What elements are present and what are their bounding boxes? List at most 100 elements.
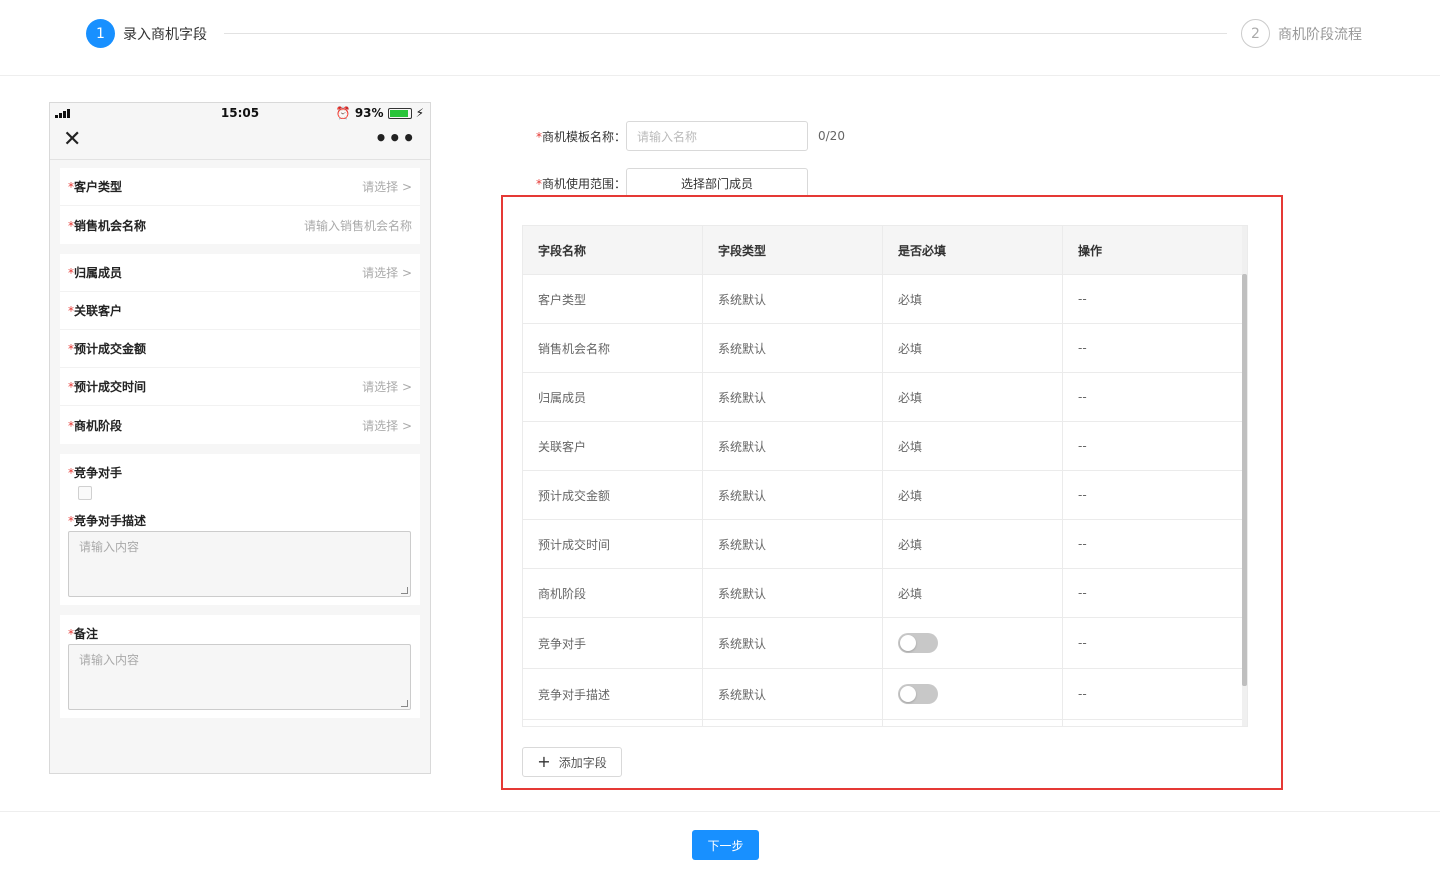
table-row: 竞争对手描述 系统默认 -- <box>523 669 1247 720</box>
phone-field-group-1: *客户类型 请选择 > *销售机会名称 请输入销售机会名称 <box>60 168 420 244</box>
cell-required: 必填 <box>883 471 1063 519</box>
cell-field-name: 预计成交金额 <box>523 471 703 519</box>
table-row: 预计成交金额 系统默认 必填 -- <box>523 471 1247 520</box>
cell-required: 必填 <box>883 324 1063 372</box>
cell-field-type: 系统默认 <box>703 569 883 617</box>
field-label: 预计成交时间 <box>74 380 147 394</box>
cell-action: -- <box>1078 537 1087 551</box>
fields-panel: 字段名称 字段类型 是否必填 操作 客户类型 系统默认 必填 -- 销售机会名称… <box>501 195 1283 790</box>
textarea-placeholder: 请输入内容 <box>79 653 140 667</box>
cell-field-name: 关联客户 <box>523 422 703 470</box>
field-label: 关联客户 <box>74 304 123 318</box>
header-required: 是否必填 <box>883 226 1063 274</box>
competitor-desc-textarea[interactable]: 请输入内容 <box>68 531 411 597</box>
cell-action: -- <box>1078 292 1087 306</box>
cell-field-type: 系统默认 <box>703 422 883 470</box>
table-scrollbar[interactable] <box>1242 226 1247 726</box>
scrollbar-thumb[interactable] <box>1242 274 1247 686</box>
template-name-input[interactable]: 请输入名称 <box>626 121 808 151</box>
table-row: 商机阶段 系统默认 必填 -- <box>523 569 1247 618</box>
cell-field-type: 系统默认 <box>703 471 883 519</box>
required-toggle[interactable] <box>898 684 938 704</box>
table-row-partial <box>523 720 1247 726</box>
header-field-name: 字段名称 <box>523 226 703 274</box>
phone-field-competitor-desc: *竞争对手描述 请输入内容 <box>60 510 420 605</box>
remark-textarea[interactable]: 请输入内容 <box>68 644 411 710</box>
step-2-number: 2 <box>1241 19 1270 48</box>
template-name-placeholder: 请输入名称 <box>637 129 698 144</box>
cell-action: -- <box>1078 341 1087 355</box>
phone-field-expected-date[interactable]: *预计成交时间 请选择 > <box>60 368 420 406</box>
phone-preview: 15:05 ⏰ 93% ⚡ ✕ ••• *客户类型 请选择 > *销售机会名称 … <box>49 102 431 774</box>
phone-field-owner[interactable]: *归属成员 请选择 > <box>60 254 420 292</box>
field-hint: 请输入销售机会名称 <box>303 218 412 233</box>
field-label: 备注 <box>74 627 99 641</box>
step-1-label: 录入商机字段 <box>123 26 207 43</box>
template-name-label: 商机模板名称： <box>541 129 626 144</box>
char-counter: 0/20 <box>818 129 845 143</box>
cell-action: -- <box>1078 390 1087 404</box>
more-icon[interactable]: ••• <box>375 126 416 150</box>
cell-required: 必填 <box>883 569 1063 617</box>
add-field-button[interactable]: + 添加字段 <box>522 747 622 777</box>
cell-field-name: 预计成交时间 <box>523 520 703 568</box>
cell-action: -- <box>1078 687 1087 701</box>
cell-field-name: 客户类型 <box>523 275 703 323</box>
step-connector <box>224 33 1227 34</box>
phone-field-competitor: *竞争对手 <box>60 454 420 510</box>
step-1-number: 1 <box>86 19 115 48</box>
table-row: 客户类型 系统默认 必填 -- <box>523 275 1247 324</box>
battery-icon <box>387 107 412 119</box>
cell-required <box>883 669 1063 719</box>
usage-scope-row: *商机使用范围： 选择部门成员 <box>520 168 808 198</box>
template-name-row: *商机模板名称： 请输入名称 0/20 <box>520 121 845 151</box>
cell-action: -- <box>1078 586 1087 600</box>
cell-field-type: 系统默认 <box>703 324 883 372</box>
cell-field-type: 系统默认 <box>703 373 883 421</box>
cell-field-name: 归属成员 <box>523 373 703 421</box>
cell-action: -- <box>1078 636 1087 650</box>
cell-field-name: 商机阶段 <box>523 569 703 617</box>
table-row: 关联客户 系统默认 必填 -- <box>523 422 1247 471</box>
required-toggle[interactable] <box>898 633 938 653</box>
step-2: 2 商机阶段流程 <box>1241 19 1362 48</box>
steps-bar: 1 录入商机字段 2 商机阶段流程 <box>0 0 1440 76</box>
resize-handle-icon[interactable] <box>401 587 408 594</box>
field-hint: 请选择 > <box>362 266 412 280</box>
table-row: 归属成员 系统默认 必填 -- <box>523 373 1247 422</box>
plus-icon: + <box>537 752 551 771</box>
competitor-checkbox[interactable] <box>78 486 92 500</box>
textarea-placeholder: 请输入内容 <box>79 540 140 554</box>
phone-field-opportunity-name[interactable]: *销售机会名称 请输入销售机会名称 <box>60 206 420 244</box>
table-header: 字段名称 字段类型 是否必填 操作 <box>523 226 1247 275</box>
add-field-label: 添加字段 <box>558 755 607 770</box>
field-label: 竞争对手描述 <box>74 514 147 528</box>
field-label: 客户类型 <box>74 180 123 194</box>
header-field-type: 字段类型 <box>703 226 883 274</box>
field-label: 销售机会名称 <box>74 218 147 233</box>
select-members-button[interactable]: 选择部门成员 <box>626 168 808 198</box>
phone-field-expected-amount[interactable]: *预计成交金额 <box>60 330 420 368</box>
phone-field-related-customer[interactable]: *关联客户 <box>60 292 420 330</box>
cell-required <box>883 618 1063 668</box>
phone-field-stage[interactable]: *商机阶段 请选择 > <box>60 406 420 444</box>
field-label: 归属成员 <box>74 266 123 280</box>
cell-required: 必填 <box>883 520 1063 568</box>
phone-field-remark: *备注 请输入内容 <box>60 615 420 718</box>
field-label: 竞争对手 <box>74 466 123 480</box>
toggle-knob <box>900 635 916 651</box>
footer-divider <box>0 811 1440 812</box>
phone-field-customer-type[interactable]: *客户类型 请选择 > <box>60 168 420 206</box>
phone-nav-bar: ✕ ••• <box>50 123 430 160</box>
field-hint: 请选择 > <box>362 418 412 433</box>
next-step-button[interactable]: 下一步 <box>692 830 759 860</box>
cell-field-name: 竞争对手 <box>523 618 703 668</box>
table-row: 销售机会名称 系统默认 必填 -- <box>523 324 1247 373</box>
battery-percent: 93% <box>354 106 384 120</box>
cell-field-type: 系统默认 <box>703 618 883 668</box>
field-hint: 请选择 > <box>362 380 412 394</box>
step-1: 1 录入商机字段 <box>86 19 207 48</box>
close-icon[interactable]: ✕ <box>63 129 81 151</box>
resize-handle-icon[interactable] <box>401 700 408 707</box>
table-row: 竞争对手 系统默认 -- <box>523 618 1247 669</box>
